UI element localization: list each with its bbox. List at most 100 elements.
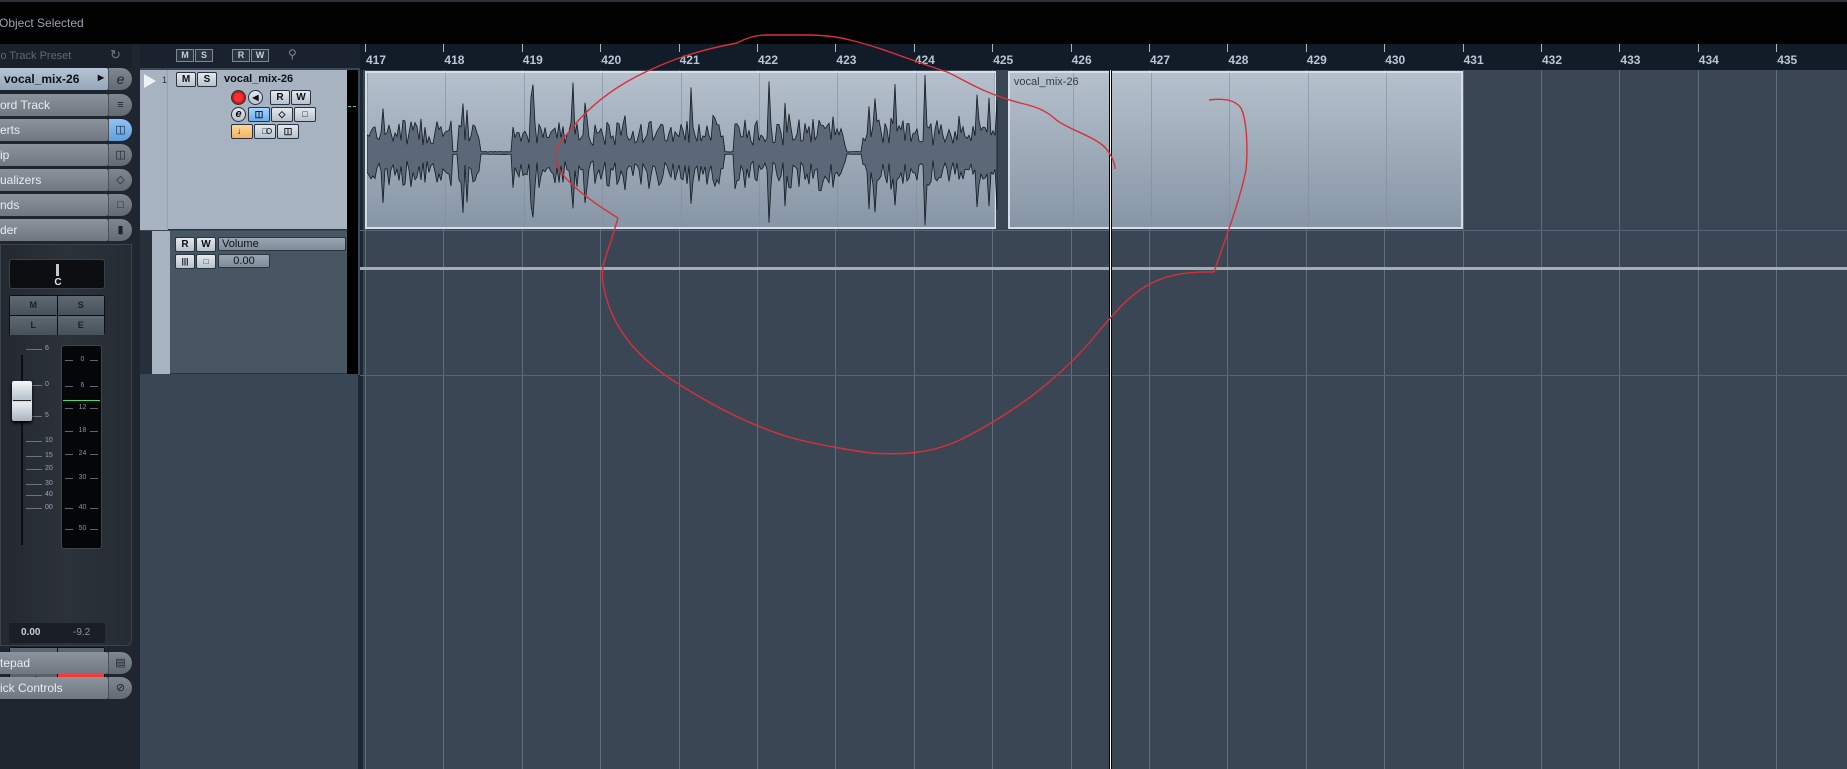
volume-value[interactable]: 0.00: [21, 627, 40, 638]
chord-track-icon[interactable]: ≡: [108, 94, 132, 116]
equalizers-icon[interactable]: ◇: [108, 169, 132, 191]
edit-button[interactable]: E: [57, 316, 104, 335]
reload-icon[interactable]: ↻: [110, 47, 121, 63]
automation-lane-volume[interactable]: R W Volume ||| □ 0.00: [140, 231, 347, 374]
ruler-bar-number: 422: [758, 53, 779, 67]
playhead-cursor[interactable]: [1108, 70, 1112, 769]
sends-bypass-icon[interactable]: □: [294, 107, 316, 122]
section-label: ip: [0, 144, 108, 166]
meter-scale-label: 24: [78, 450, 87, 457]
section-label: ualizers: [0, 169, 108, 191]
ruler-tick: [1697, 44, 1699, 52]
event-name: vocal_mix-26: [1013, 76, 1079, 88]
notepad-icon[interactable]: ▤: [108, 652, 132, 674]
global-mute-button[interactable]: M: [176, 49, 194, 62]
lane-read-button[interactable]: R: [175, 237, 195, 252]
strip-icon[interactable]: ◫: [108, 144, 132, 166]
audio-event[interactable]: [365, 71, 998, 229]
track-name[interactable]: vocal_mix-26: [224, 73, 293, 85]
edit-channel-icon[interactable]: e: [108, 68, 132, 90]
ruler-tick: [365, 44, 366, 52]
global-solo-button[interactable]: S: [195, 49, 213, 62]
global-read-button[interactable]: R: [232, 49, 250, 62]
bar-gridline: [1541, 70, 1542, 769]
ruler-bar-number: 429: [1306, 53, 1327, 67]
inspector-section-strip[interactable]: ip ◫: [0, 144, 132, 166]
inserts-bypass-icon[interactable]: ◫: [248, 107, 270, 122]
ruler-tick: [1776, 44, 1778, 52]
fader-scale-label: 40: [45, 491, 53, 498]
fader-scale-tick: [26, 456, 42, 457]
ruler-tick: [1541, 44, 1542, 52]
level-meter: 0 6 12 18 24 30 40 50: [61, 345, 102, 549]
lock-icon[interactable]: □: [254, 124, 276, 139]
lane-write-button[interactable]: W: [196, 237, 216, 252]
bar-gridline: [1462, 70, 1464, 769]
level-readout: 0.00 -9.2: [9, 623, 105, 643]
inserts-icon[interactable]: ◫: [108, 119, 132, 141]
track-row[interactable]: 1 M S vocal_mix-26 ◀ R W e ◫ ◇ □ ♩ □ ◫: [140, 70, 347, 230]
fader-scale-label: 10: [45, 437, 53, 444]
record-enable-icon[interactable]: [231, 90, 246, 105]
ruler-tick: [1384, 44, 1386, 52]
edit-channel-settings-icon[interactable]: e: [231, 107, 246, 122]
mute-button[interactable]: M: [10, 296, 57, 315]
sends-icon[interactable]: □: [108, 194, 132, 216]
audio-event[interactable]: vocal_mix-26: [1007, 71, 1463, 229]
track-solo-button[interactable]: S: [197, 72, 217, 87]
track-list-toolbar: M S R W ⚲: [140, 44, 360, 68]
bar-gridline: [1619, 70, 1621, 769]
peak-value[interactable]: -9.2: [73, 627, 90, 638]
musical-time-base-icon[interactable]: ♩: [231, 124, 253, 139]
lane-lock-icon[interactable]: □: [196, 254, 216, 269]
ruler-bar-number: 430: [1385, 53, 1406, 67]
chevron-right-icon: ▶: [97, 73, 104, 82]
event-gridline: [1150, 73, 1152, 227]
track-preset-header[interactable]: lo Track Preset ↻: [0, 44, 132, 68]
meter-scale-label: 12: [78, 404, 87, 411]
track-separator: [360, 375, 1847, 376]
inspector-section-chord-track[interactable]: ord Track ≡: [0, 94, 132, 116]
inspector-section-fader[interactable]: der ▮: [0, 219, 132, 241]
track-mute-button[interactable]: M: [176, 72, 196, 87]
fader-scale-label: 30: [45, 480, 53, 487]
timeline-ruler[interactable]: 417 418 419 420 421 422 423 424 425 426 427 428 429 4…: [360, 44, 1847, 70]
lanes-icon[interactable]: ◫: [277, 124, 299, 139]
listen-button[interactable]: L: [10, 316, 57, 335]
ruler-tick: [1149, 44, 1150, 52]
automation-value-field[interactable]: 0.00: [218, 254, 270, 268]
lane-mute-icon[interactable]: |||: [175, 254, 195, 269]
inspector-track-name[interactable]: vocal_mix-26 ▶ e: [0, 68, 132, 90]
ruler-bar-number: 421: [679, 53, 700, 67]
inspector-section-notepad[interactable]: tepad ▤: [0, 652, 132, 674]
quick-controls-icon[interactable]: ⊘: [108, 677, 132, 699]
inspector-section-quick-controls[interactable]: ick Controls ⊘: [0, 677, 132, 699]
meter-scale-label: 50: [78, 525, 87, 532]
pan-control[interactable]: C: [9, 259, 105, 289]
solo-button[interactable]: S: [57, 296, 104, 315]
ruler-bar-number: 427: [1150, 53, 1171, 67]
ruler-tick: [1462, 44, 1464, 52]
fader-scale-tick: [26, 441, 42, 442]
pan-label: C: [54, 277, 62, 288]
automation-parameter-select[interactable]: Volume: [218, 237, 346, 251]
fader-icon[interactable]: ▮: [108, 219, 132, 241]
volume-automation-curve[interactable]: [360, 267, 1847, 270]
inspector-section-sends[interactable]: nds □: [0, 194, 132, 216]
meter-scale-label: 18: [78, 427, 87, 434]
track-status-dot: [266, 128, 272, 134]
search-icon[interactable]: ⚲: [288, 47, 297, 61]
monitor-icon[interactable]: ◀: [248, 90, 263, 105]
inspector-section-equalizers[interactable]: ualizers ◇: [0, 169, 132, 191]
eq-bypass-icon[interactable]: ◇: [271, 107, 293, 122]
ruler-bar-number: 425: [993, 53, 1014, 67]
track-write-button[interactable]: W: [291, 90, 311, 105]
inspector-section-inserts[interactable]: erts ◫: [0, 119, 132, 141]
project-window[interactable]: 417 418 419 420 421 422 423 424 425 426 427 428 429 4…: [360, 44, 1847, 769]
track-read-button[interactable]: R: [270, 90, 290, 105]
expand-arrow-icon[interactable]: [144, 74, 156, 88]
volume-fader-handle[interactable]: [12, 381, 32, 421]
global-write-button[interactable]: W: [251, 49, 269, 62]
ruler-tick: [443, 44, 445, 52]
ruler-bar-number: 419: [522, 53, 543, 67]
